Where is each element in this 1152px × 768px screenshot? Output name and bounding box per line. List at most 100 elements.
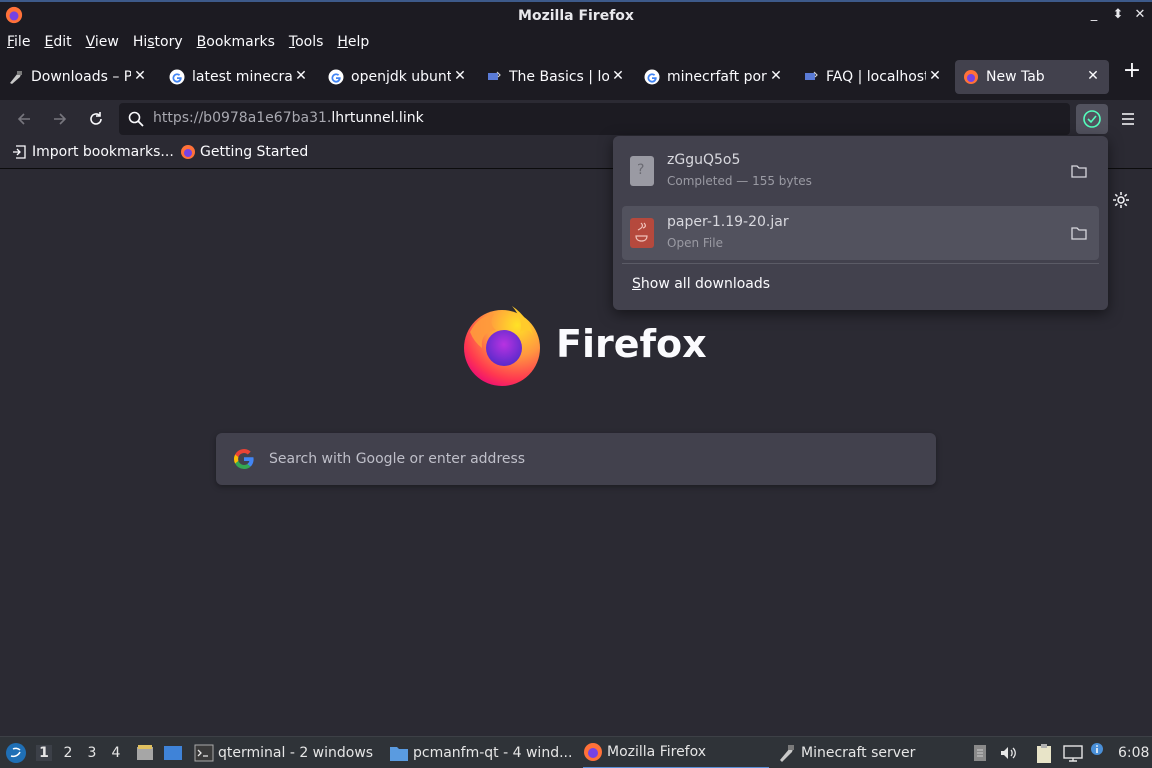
download-status: Completed — 155 bytes [667, 174, 812, 188]
browser-tab[interactable]: minecrfaft port ✕ [636, 60, 786, 94]
taskbar-window-label: pcmanfm-qt - 4 wind... [413, 745, 573, 761]
reload-icon [90, 112, 102, 125]
folder-icon[interactable] [1070, 224, 1088, 242]
download-item[interactable]: ? zGguQ5o5 Completed — 155 bytes [622, 144, 1099, 198]
tab-label: The Basics | loc [509, 69, 609, 85]
browser-tab[interactable]: Downloads – Pa ✕ [0, 60, 150, 94]
menu-edit[interactable]: Edit [44, 34, 71, 50]
google-icon [234, 449, 254, 469]
menu-view[interactable]: View [86, 34, 119, 50]
maximize-button[interactable]: ⬍ [1108, 7, 1128, 22]
tab-label: Downloads – Pa [31, 69, 131, 85]
menu-file[interactable]: File [7, 34, 30, 50]
taskbar-window-button[interactable]: Minecraft server [777, 737, 957, 768]
taskbar-window-button[interactable]: qterminal - 2 windows [194, 737, 379, 768]
search-placeholder: Search with Google or enter address [269, 451, 526, 467]
firefox-icon [583, 742, 603, 762]
show-all-downloads-button[interactable]: Show all downloads [632, 276, 770, 292]
newtab-search-box[interactable]: Search with Google or enter address [216, 433, 936, 485]
divider [622, 263, 1099, 264]
tab-label: openjdk ubuntu [351, 69, 451, 85]
search-icon [128, 111, 144, 127]
url-text: https://b0978a1e67ba31.lhrtunnel.link [153, 110, 424, 126]
start-menu-icon[interactable] [5, 742, 27, 764]
taskbar-window-label: qterminal - 2 windows [218, 745, 374, 761]
close-tab-icon[interactable]: ✕ [1085, 68, 1101, 84]
close-window-button[interactable]: ✕ [1130, 7, 1150, 22]
window-title: Mozilla Firefox [518, 8, 634, 24]
downloads-panel: ? zGguQ5o5 Completed — 155 bytes paper-1… [613, 136, 1108, 310]
browser-tab[interactable]: latest minecraf ✕ [161, 60, 311, 94]
taskbar-window-button[interactable]: Mozilla Firefox [583, 737, 769, 768]
taskbar-window-label: Minecraft server [801, 745, 916, 761]
workspace-3[interactable]: 3 [84, 745, 100, 761]
firefox-wordmark: Firefox [556, 322, 707, 366]
close-tab-icon[interactable]: ✕ [132, 68, 148, 84]
bookmark-label: Getting Started [200, 144, 309, 160]
firefox-icon [963, 69, 979, 85]
bookmark-getting-started[interactable]: Getting Started [180, 144, 308, 160]
menu-bookmarks[interactable]: Bookmarks [197, 34, 275, 50]
back-button[interactable] [12, 107, 36, 131]
clock: 6:08 [1118, 745, 1150, 761]
unknown-file-icon: ? [630, 156, 654, 186]
new-tab-button[interactable]: + [1120, 60, 1144, 84]
tab-strip: Downloads – Pa ✕ latest minecraf ✕ openjdk u… [0, 54, 1152, 100]
download-status: Open File [667, 236, 723, 250]
localhost-icon [803, 69, 819, 85]
menu-tools[interactable]: Tools [289, 34, 324, 50]
browser-tab[interactable]: openjdk ubuntu ✕ [320, 60, 470, 94]
minecraft-icon [8, 69, 24, 85]
java-file-icon [630, 218, 654, 248]
taskbar-window-button[interactable]: pcmanfm-qt - 4 wind... [389, 737, 574, 768]
tab-label: FAQ | localhost. [826, 69, 926, 85]
back-arrow-icon [17, 113, 30, 125]
folder-icon [389, 743, 409, 763]
google-icon [328, 69, 344, 85]
download-item[interactable]: paper-1.19-20.jar Open File [622, 206, 1099, 260]
bookmark-import[interactable]: Import bookmarks... [12, 144, 174, 160]
close-tab-icon[interactable]: ✕ [293, 68, 309, 84]
tab-new-tab[interactable]: New Tab ✕ [955, 60, 1109, 94]
tab-label: New Tab [986, 69, 1045, 85]
import-icon [13, 145, 26, 159]
terminal-icon [194, 743, 214, 763]
clipboard-tray-icon[interactable] [972, 743, 988, 763]
minimize-button[interactable]: _ [1084, 7, 1104, 22]
menu-bar: File Edit View History Bookmarks Tools Help [0, 30, 1152, 54]
folder-icon[interactable] [1070, 162, 1088, 180]
address-bar[interactable]: https://b0978a1e67ba31.lhrtunnel.link [119, 103, 1070, 135]
window-titlebar: Mozilla Firefox _ ⬍ ✕ [0, 0, 1152, 30]
minecraft-icon [777, 743, 797, 763]
workspace-1[interactable]: 1 [36, 745, 52, 761]
file-manager-launcher-icon[interactable] [135, 743, 155, 763]
google-icon [644, 69, 660, 85]
workspace-2[interactable]: 2 [60, 745, 76, 761]
close-tab-icon[interactable]: ✕ [927, 68, 943, 84]
notes-tray-icon[interactable] [1034, 743, 1054, 765]
forward-button[interactable] [48, 107, 72, 131]
desktop-launcher-icon[interactable] [163, 743, 183, 763]
close-tab-icon[interactable]: ✕ [610, 68, 626, 84]
tab-label: latest minecraf [192, 69, 292, 85]
workspace-4[interactable]: 4 [108, 745, 124, 761]
download-filename: paper-1.19-20.jar [667, 214, 789, 230]
app-menu-button[interactable] [1116, 108, 1140, 130]
info-notification-icon[interactable] [1090, 742, 1104, 756]
localhost-icon [486, 69, 502, 85]
gear-icon[interactable] [1111, 190, 1131, 210]
bookmark-label: Import bookmarks... [32, 144, 174, 160]
downloads-button[interactable] [1076, 104, 1108, 134]
volume-icon[interactable] [998, 743, 1018, 763]
close-tab-icon[interactable]: ✕ [768, 68, 784, 84]
google-icon [169, 69, 185, 85]
menu-history[interactable]: History [133, 34, 183, 50]
reload-button[interactable] [84, 107, 108, 131]
network-icon[interactable] [1062, 743, 1084, 763]
close-tab-icon[interactable]: ✕ [452, 68, 468, 84]
firefox-icon [181, 145, 195, 159]
taskbar: 1234 qterminal - 2 windows pcmanfm-qt - 4… [0, 736, 1152, 768]
browser-tab[interactable]: FAQ | localhost. ✕ [795, 60, 945, 94]
menu-help[interactable]: Help [337, 34, 369, 50]
browser-tab[interactable]: The Basics | loc ✕ [478, 60, 628, 94]
